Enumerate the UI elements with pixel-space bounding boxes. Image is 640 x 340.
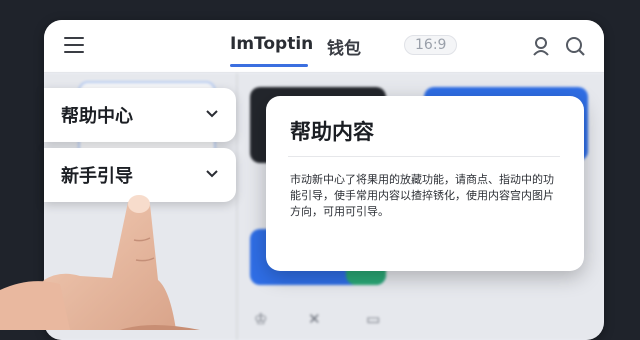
panel-body-text: 市动新中心了将果用的放藏功能，请商点、指动中的功能引导，使手常用内容以揸捽锈化，… bbox=[290, 173, 554, 218]
document-icon[interactable]: ▭ bbox=[366, 310, 380, 328]
hamburger-menu-icon[interactable] bbox=[64, 37, 84, 54]
crown-icon[interactable]: ♔ bbox=[254, 310, 267, 328]
user-icon[interactable] bbox=[530, 35, 552, 57]
search-icon[interactable] bbox=[564, 35, 586, 57]
help-content-panel: 帮助内容 市动新中心了将果用的放藏功能，请商点、指动中的功能引导，使手常用内容以… bbox=[266, 96, 584, 271]
tools-icon[interactable]: ✕ bbox=[308, 310, 321, 328]
dropdown-help-center[interactable]: 帮助中心 bbox=[44, 88, 236, 142]
aspect-ratio-badge[interactable]: 16:9 bbox=[404, 35, 458, 55]
dropdown-label: 帮助中心 bbox=[61, 106, 133, 127]
active-tab-indicator bbox=[230, 64, 308, 67]
pointing-hand-image bbox=[0, 195, 200, 330]
chevron-down-icon bbox=[206, 110, 218, 118]
tab-app[interactable]: ImToptin bbox=[230, 34, 313, 54]
top-bar: ImToptin 钱包 16:9 bbox=[44, 20, 604, 73]
panel-title: 帮助内容 bbox=[290, 120, 374, 144]
panel-divider bbox=[288, 156, 560, 157]
tab-wallet[interactable]: 钱包 bbox=[327, 34, 361, 59]
